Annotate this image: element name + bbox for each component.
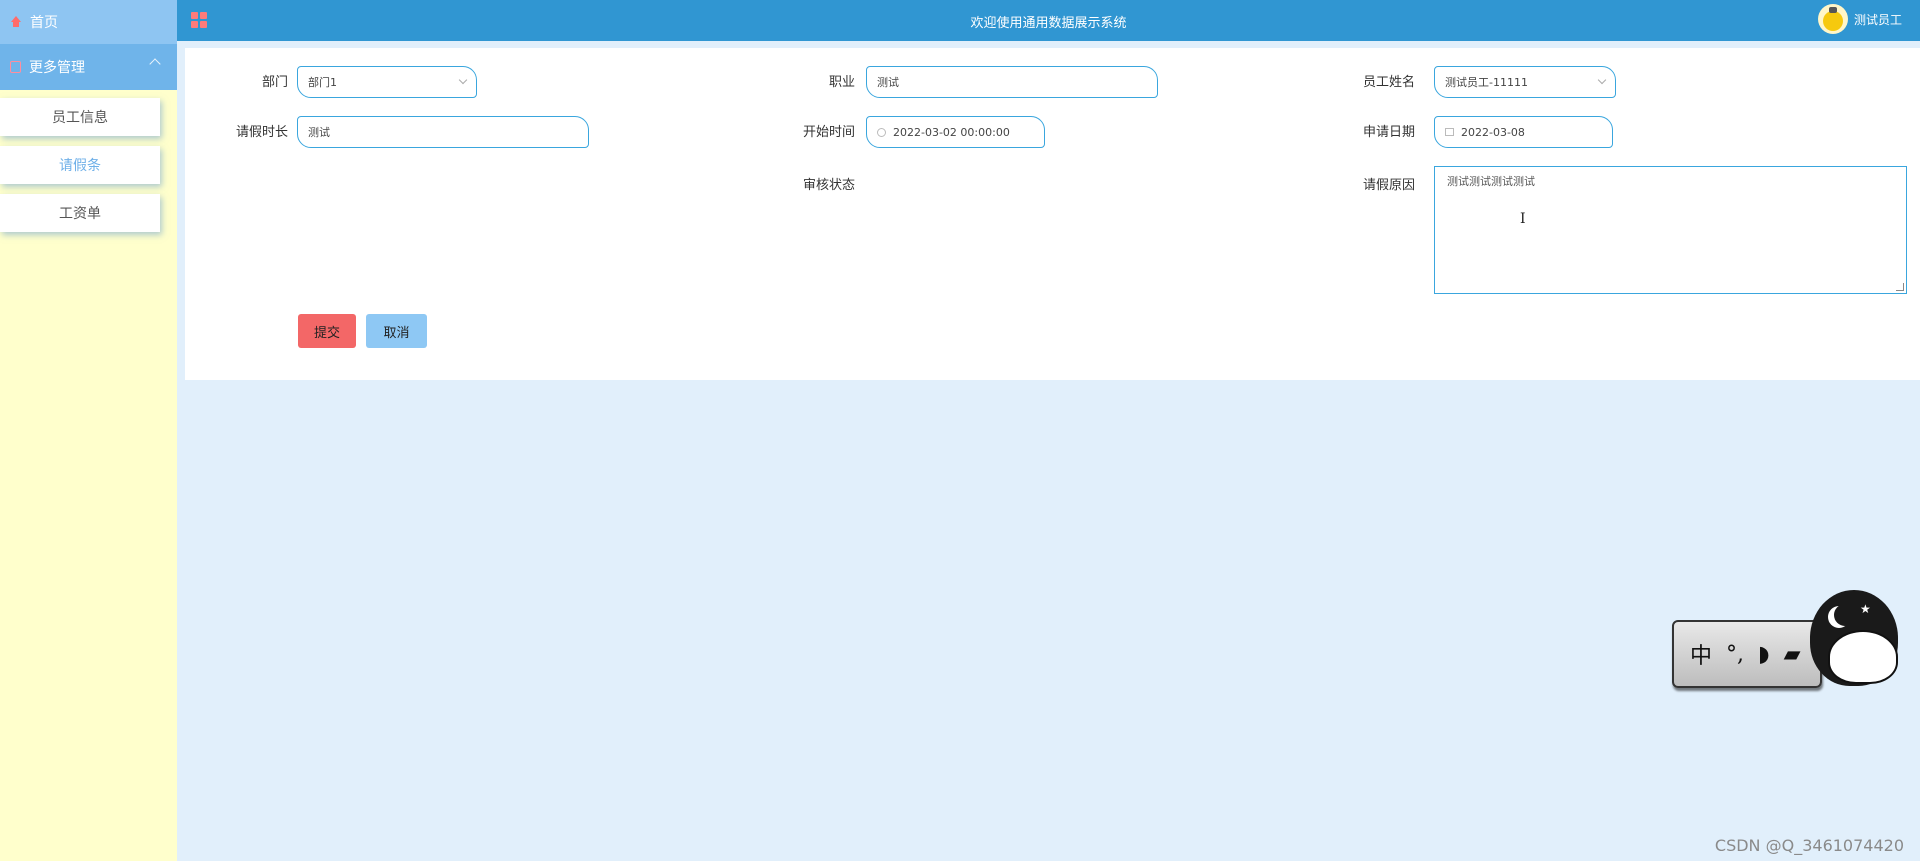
ime-mode-label[interactable]: 中 [1690, 638, 1712, 670]
leave-form-panel: 部门 部门1 职业 测试 员工姓名 测试员工-11111 请假时长 测试 开始时… [185, 48, 1920, 380]
ime-punct-label[interactable]: °, [1726, 642, 1744, 667]
clock-icon [877, 127, 886, 137]
employee-name-select[interactable]: 测试员工-11111 [1434, 66, 1616, 98]
moon-icon[interactable]: ◗ [1758, 642, 1770, 667]
duration-value: 测试 [308, 126, 330, 139]
duration-label: 请假时长 [235, 125, 288, 140]
sidebar-group-label: 更多管理 [29, 60, 85, 76]
department-label: 部门 [261, 75, 288, 90]
position-label: 职业 [828, 75, 855, 90]
audit-status-label: 审核状态 [802, 178, 855, 193]
apply-date-label: 申请日期 [1362, 125, 1415, 140]
department-value: 部门1 [308, 76, 337, 89]
ime-toolbar[interactable]: 中 °, ◗ ▰ [1672, 620, 1822, 688]
user-name: 测试员工 [1853, 12, 1902, 27]
ime-mascot-icon: ★ [1810, 590, 1920, 690]
chevron-up-icon [149, 58, 161, 70]
chevron-down-icon [458, 75, 468, 85]
reason-value: 测试测试测试测试 [1447, 175, 1535, 188]
calendar-icon [1445, 128, 1454, 136]
reason-textarea[interactable]: 测试测试测试测试 I [1434, 166, 1907, 294]
chevron-down-icon [1597, 75, 1607, 85]
department-select[interactable]: 部门1 [297, 66, 477, 98]
top-header: 欢迎使用通用数据展示系统 测试员工 [177, 0, 1920, 41]
start-time-label: 开始时间 [802, 125, 855, 140]
watermark: CSDN @Q_3461074420 [1714, 836, 1904, 855]
document-icon [10, 61, 21, 73]
sidebar: 首页 更多管理 员工信息 请假条 工资单 [0, 0, 177, 861]
sidebar-item-leave[interactable]: 请假条 [0, 146, 160, 184]
page-title: 欢迎使用通用数据展示系统 [970, 16, 1127, 31]
home-icon [10, 16, 22, 28]
sidebar-item-employee-info[interactable]: 员工信息 [0, 98, 160, 136]
avatar [1817, 4, 1848, 34]
apply-date-picker[interactable]: 2022-03-08 [1434, 116, 1613, 148]
start-time-value: 2022-03-02 00:00:00 [893, 125, 1010, 139]
position-value: 测试 [877, 76, 899, 89]
employee-name-label: 员工姓名 [1362, 75, 1415, 90]
sidebar-group-more[interactable]: 更多管理 [0, 44, 177, 90]
sidebar-item-home[interactable]: 首页 [0, 0, 177, 44]
apply-date-value: 2022-03-08 [1461, 125, 1525, 139]
resize-handle-icon[interactable] [1896, 283, 1904, 291]
sidebar-submenu: 员工信息 请假条 工资单 [0, 90, 177, 232]
start-time-picker[interactable]: 2022-03-02 00:00:00 [866, 116, 1045, 148]
employee-name-value: 测试员工-11111 [1445, 76, 1528, 89]
shirt-icon[interactable]: ▰ [1784, 642, 1801, 667]
duration-input[interactable]: 测试 [297, 116, 589, 148]
reason-label: 请假原因 [1362, 178, 1415, 193]
position-input[interactable]: 测试 [866, 66, 1158, 98]
cancel-button[interactable]: 取消 [366, 314, 427, 348]
sidebar-item-label: 首页 [30, 15, 58, 31]
text-cursor-icon: I [1520, 211, 1526, 227]
sidebar-item-payroll[interactable]: 工资单 [0, 194, 160, 232]
submit-button[interactable]: 提交 [298, 314, 356, 348]
user-menu[interactable]: 测试员工 [1817, 4, 1902, 34]
